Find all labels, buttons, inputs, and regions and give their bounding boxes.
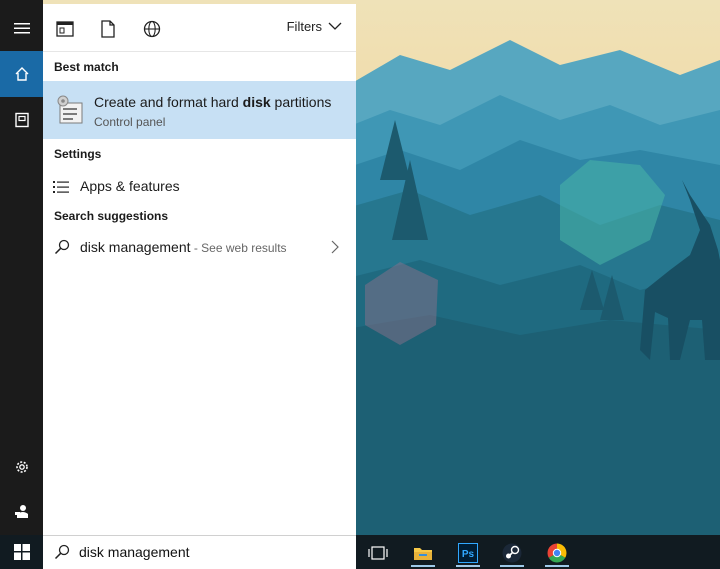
chrome-button[interactable] [542, 539, 572, 567]
apps-scope-button[interactable] [55, 19, 75, 39]
list-icon [53, 181, 69, 193]
web-suggestion-item[interactable]: disk management - See web results [43, 234, 356, 260]
web-scope-button[interactable] [142, 19, 162, 39]
settings-button[interactable] [0, 444, 43, 490]
file-explorer-button[interactable] [408, 539, 438, 567]
chrome-icon [547, 543, 567, 563]
best-match-heading: Best match [54, 60, 119, 74]
disk-management-icon [57, 95, 83, 124]
steam-icon [502, 543, 522, 563]
svg-text:Ps: Ps [462, 549, 475, 560]
home-button[interactable] [0, 51, 43, 97]
filters-button[interactable]: Filters [287, 19, 342, 34]
file-explorer-icon [414, 548, 432, 560]
photoshop-button[interactable]: Ps [453, 539, 483, 567]
best-match-subtitle: Control panel [94, 115, 166, 129]
documents-icon [101, 20, 115, 38]
best-match-title: Create and format hard disk partitions [94, 94, 332, 110]
chevron-down-icon [328, 22, 342, 30]
running-indicator [545, 565, 569, 567]
apps-features-label: Apps & features [80, 178, 180, 194]
hamburger-icon [13, 23, 30, 34]
documents-scope-button[interactable] [98, 19, 118, 39]
apps-icon [56, 21, 74, 37]
settings-heading: Settings [54, 147, 102, 161]
web-icon [143, 20, 161, 38]
chevron-right-icon [331, 240, 339, 254]
steam-button[interactable] [497, 539, 527, 567]
best-match-item[interactable]: Create and format hard disk partitions C… [43, 81, 356, 139]
search-results-panel: Filters Best match Create and format har… [43, 4, 356, 535]
taskbar: Ps [0, 535, 720, 569]
search-input[interactable] [79, 544, 339, 560]
running-indicator [456, 565, 480, 567]
hamburger-menu-button[interactable] [0, 5, 43, 51]
task-view-icon [368, 546, 388, 560]
windows-logo-icon [13, 544, 30, 560]
taskbar-search-box[interactable] [43, 535, 356, 569]
apps-features-item[interactable]: Apps & features [43, 174, 356, 200]
photoshop-icon: Ps [458, 543, 478, 563]
start-rail [0, 0, 43, 535]
search-icon [54, 544, 70, 560]
running-indicator [500, 565, 524, 567]
home-icon [15, 67, 28, 81]
scope-bar: Filters [43, 4, 356, 52]
running-indicator [411, 565, 435, 567]
search-suggestions-heading: Search suggestions [54, 209, 169, 223]
task-view-button[interactable] [363, 539, 393, 567]
suggestion-text: disk management - See web results [80, 239, 287, 255]
notebook-button[interactable] [0, 97, 43, 143]
filters-label: Filters [286, 19, 322, 34]
notebook-icon [14, 112, 29, 128]
feedback-button[interactable] [0, 488, 43, 534]
search-icon [54, 239, 70, 255]
gear-icon [15, 461, 28, 473]
feedback-icon [14, 505, 28, 518]
start-button[interactable] [0, 535, 43, 569]
